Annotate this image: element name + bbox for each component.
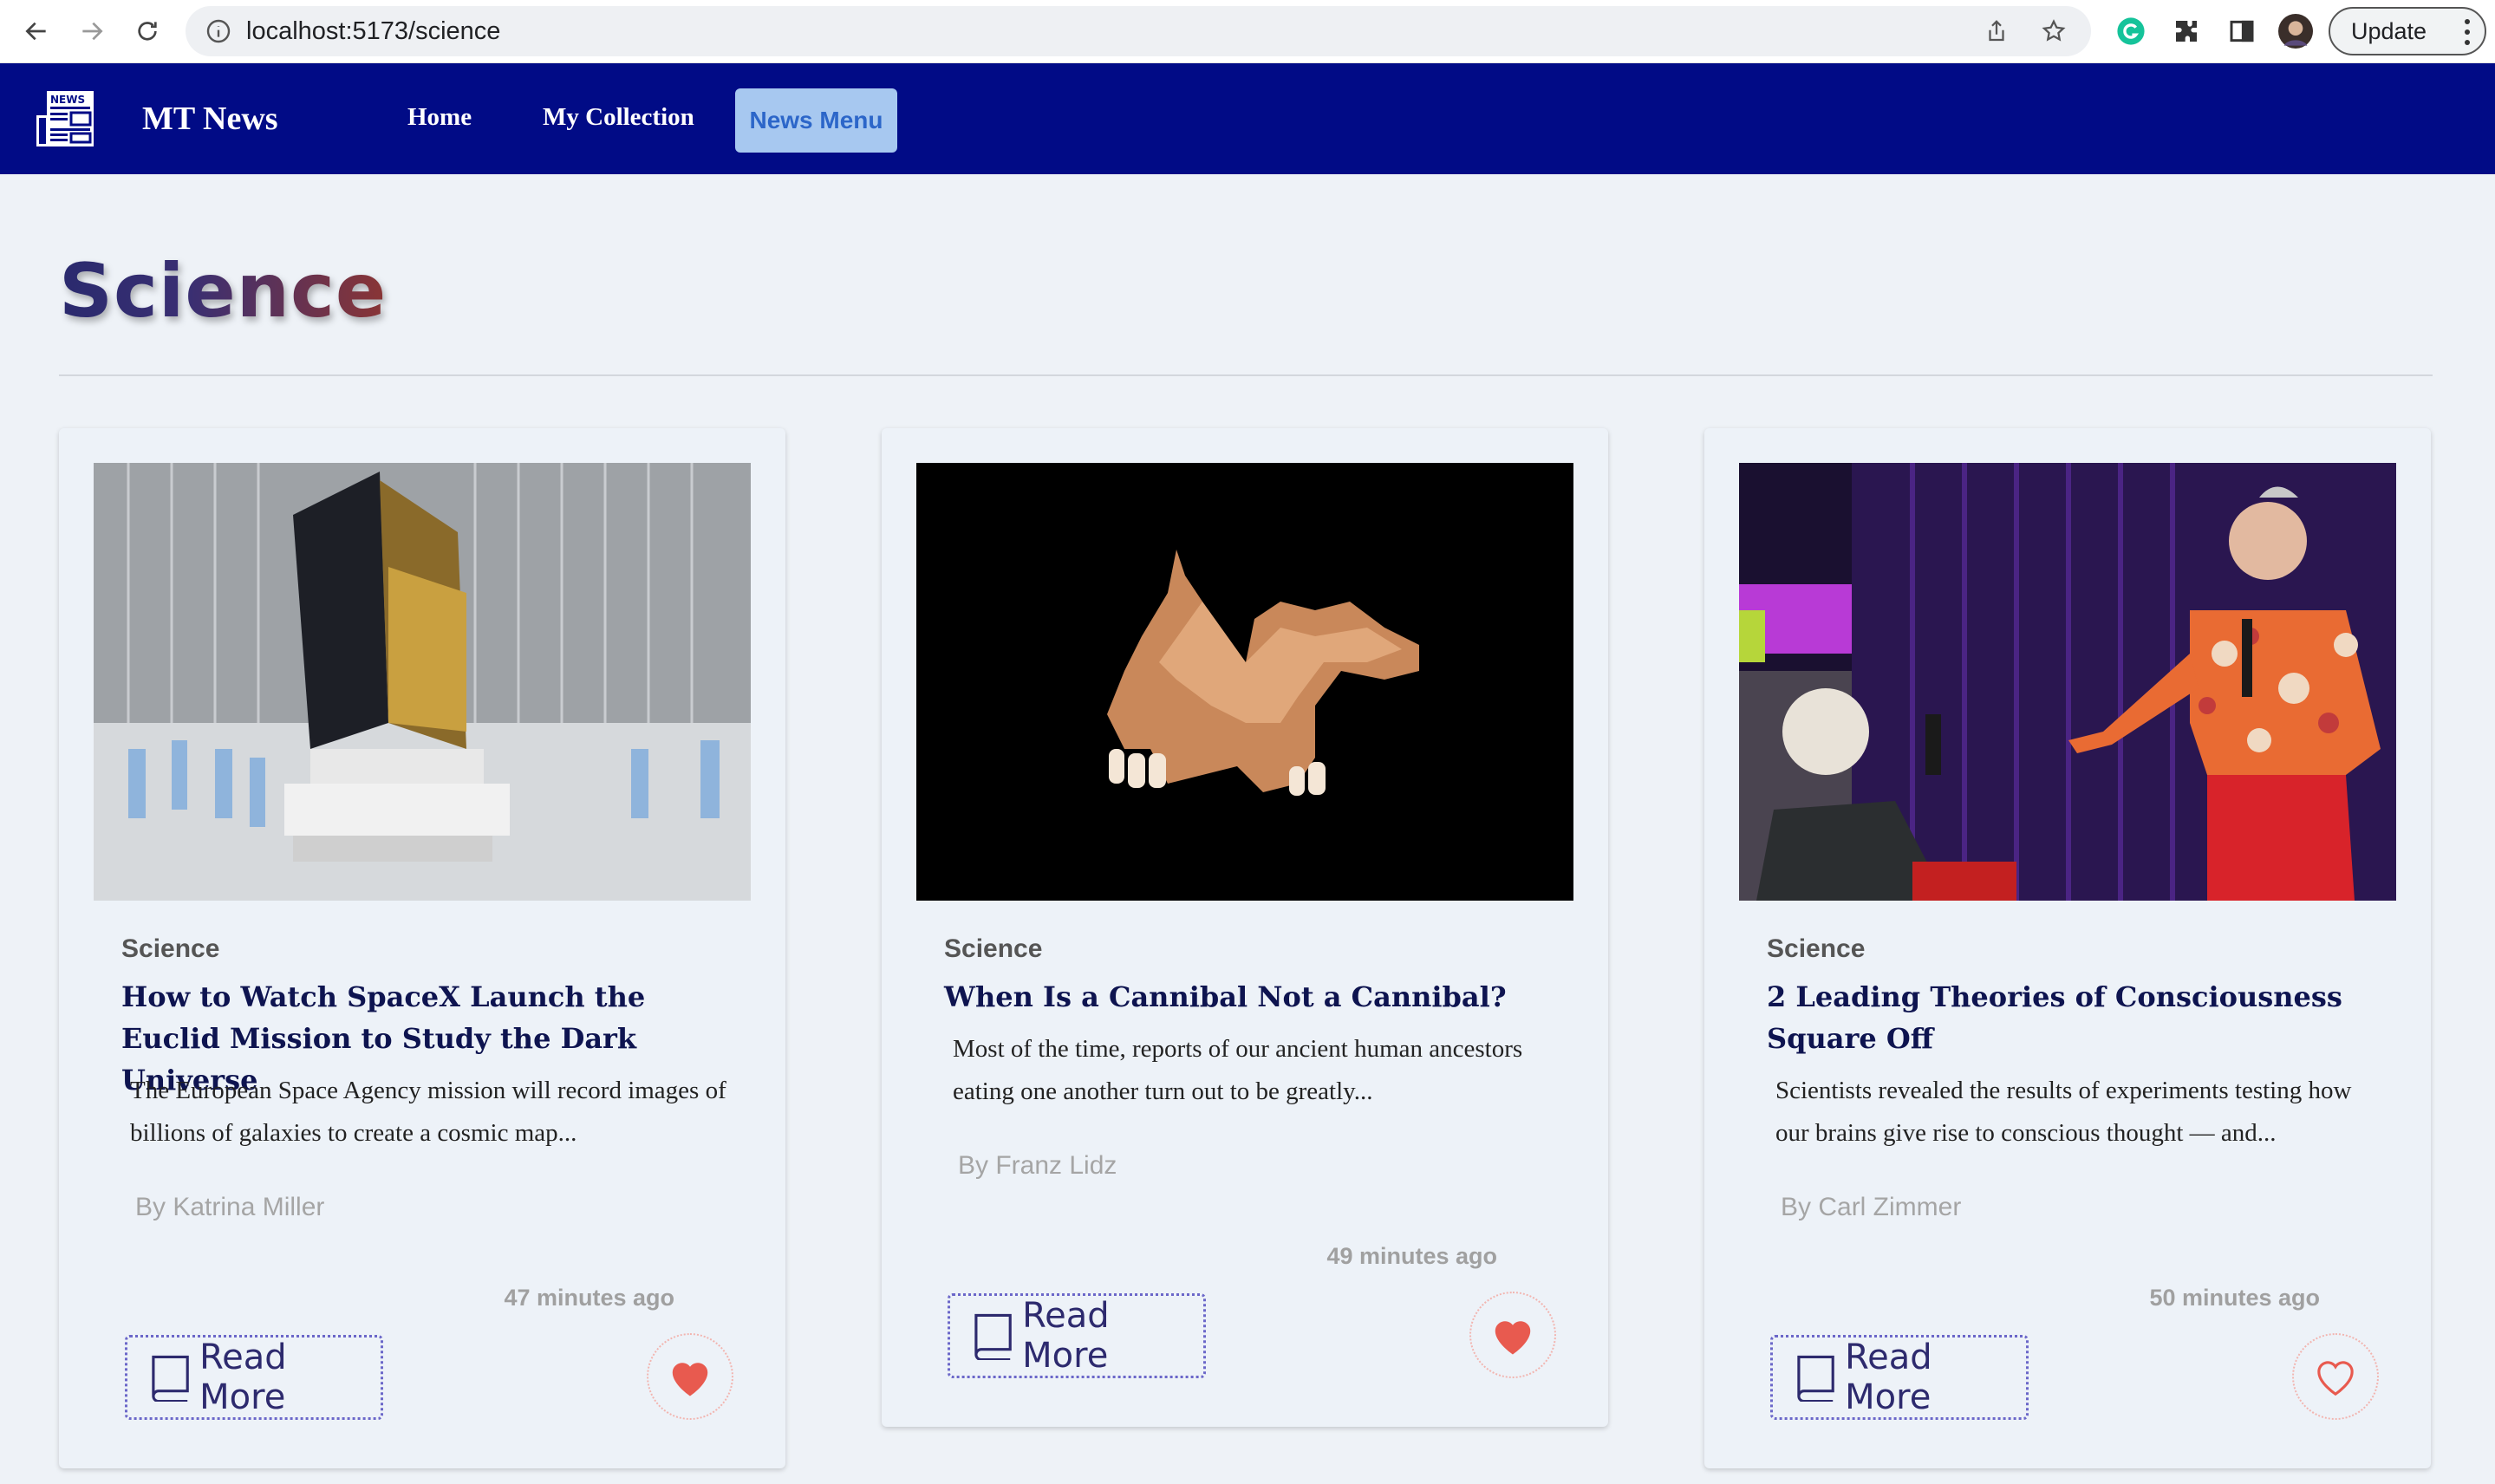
article-author: By Franz Lidz: [958, 1151, 1117, 1180]
article-category: Science: [1767, 934, 1866, 963]
address-bar[interactable]: localhost:5173/science: [186, 6, 2091, 56]
article-title[interactable]: 2 Leading Theories of Consciousness Squa…: [1767, 976, 2391, 1059]
more-vert-icon: [2465, 19, 2470, 45]
share-icon[interactable]: [1984, 18, 2010, 44]
grammarly-extension-icon[interactable]: [2114, 14, 2148, 49]
book-icon: [974, 1313, 1012, 1360]
read-more-button[interactable]: Read More: [125, 1335, 383, 1420]
article-card: Science 2 Leading Theories of Consciousn…: [1704, 428, 2431, 1468]
svg-text:NEWS: NEWS: [50, 94, 85, 106]
read-more-button[interactable]: Read More: [1770, 1335, 2029, 1420]
article-author: By Katrina Miller: [135, 1193, 325, 1221]
update-label: Update: [2351, 17, 2427, 44]
read-more-label: Read More: [1022, 1296, 1110, 1376]
favorite-button[interactable]: [647, 1333, 733, 1420]
article-description: Scientists revealed the results of exper…: [1775, 1077, 2352, 1147]
heart-outline-icon: [2317, 1361, 2354, 1396]
favorite-button[interactable]: [2292, 1333, 2379, 1420]
article-category: Science: [944, 934, 1043, 963]
article-timestamp: 49 minutes ago: [1326, 1243, 1497, 1269]
heart-filled-icon: [1495, 1321, 1531, 1355]
reload-icon[interactable]: [128, 12, 166, 50]
update-button[interactable]: Update: [2329, 7, 2486, 55]
nav-link-my-collection[interactable]: My Collection: [543, 103, 694, 132]
url-text[interactable]: localhost:5173/science: [246, 17, 500, 46]
profile-avatar[interactable]: [2278, 14, 2313, 49]
article-timestamp: 47 minutes ago: [504, 1285, 674, 1311]
article-card: Science When Is a Cannibal Not a Canniba…: [882, 428, 1608, 1427]
extensions-puzzle-icon[interactable]: [2169, 14, 2204, 49]
read-more-label: Read More: [199, 1338, 287, 1417]
book-icon: [152, 1355, 189, 1402]
bookmark-star-icon[interactable]: [2041, 18, 2067, 44]
forward-icon[interactable]: [73, 12, 111, 50]
side-panel-icon[interactable]: [2225, 14, 2259, 49]
site-info-icon[interactable]: [205, 17, 232, 45]
article-title[interactable]: When Is a Cannibal Not a Cannibal?: [944, 976, 1568, 1018]
article-image-speakers-on-stage[interactable]: [1739, 463, 2396, 901]
article-image-spacecraft[interactable]: [94, 463, 751, 901]
article-description: The European Space Agency mission will r…: [130, 1077, 726, 1147]
article-image-fossil-jaw[interactable]: [916, 463, 1573, 901]
app-navbar: NEWS MT News Home My Collection News Men…: [0, 63, 2495, 174]
article-card: Science How to Watch SpaceX Launch the E…: [59, 428, 785, 1468]
article-timestamp: 50 minutes ago: [2149, 1285, 2320, 1311]
read-more-label: Read More: [1845, 1338, 1932, 1417]
back-icon[interactable]: [17, 12, 55, 50]
brand-title[interactable]: MT News: [142, 100, 278, 138]
article-author: By Carl Zimmer: [1781, 1193, 1962, 1221]
newspaper-logo-icon[interactable]: NEWS: [35, 89, 97, 150]
title-divider: [59, 374, 2433, 376]
favorite-button[interactable]: [1469, 1292, 1556, 1378]
article-description: Most of the time, reports of our ancient…: [953, 1035, 1523, 1105]
news-menu-button[interactable]: News Menu: [735, 88, 897, 153]
browser-toolbar: localhost:5173/science Update: [0, 0, 2495, 63]
heart-filled-icon: [672, 1363, 708, 1396]
nav-link-home[interactable]: Home: [407, 103, 472, 132]
read-more-button[interactable]: Read More: [948, 1293, 1206, 1378]
book-icon: [1797, 1355, 1834, 1402]
page-title: Science: [59, 248, 388, 335]
article-category: Science: [121, 934, 220, 963]
